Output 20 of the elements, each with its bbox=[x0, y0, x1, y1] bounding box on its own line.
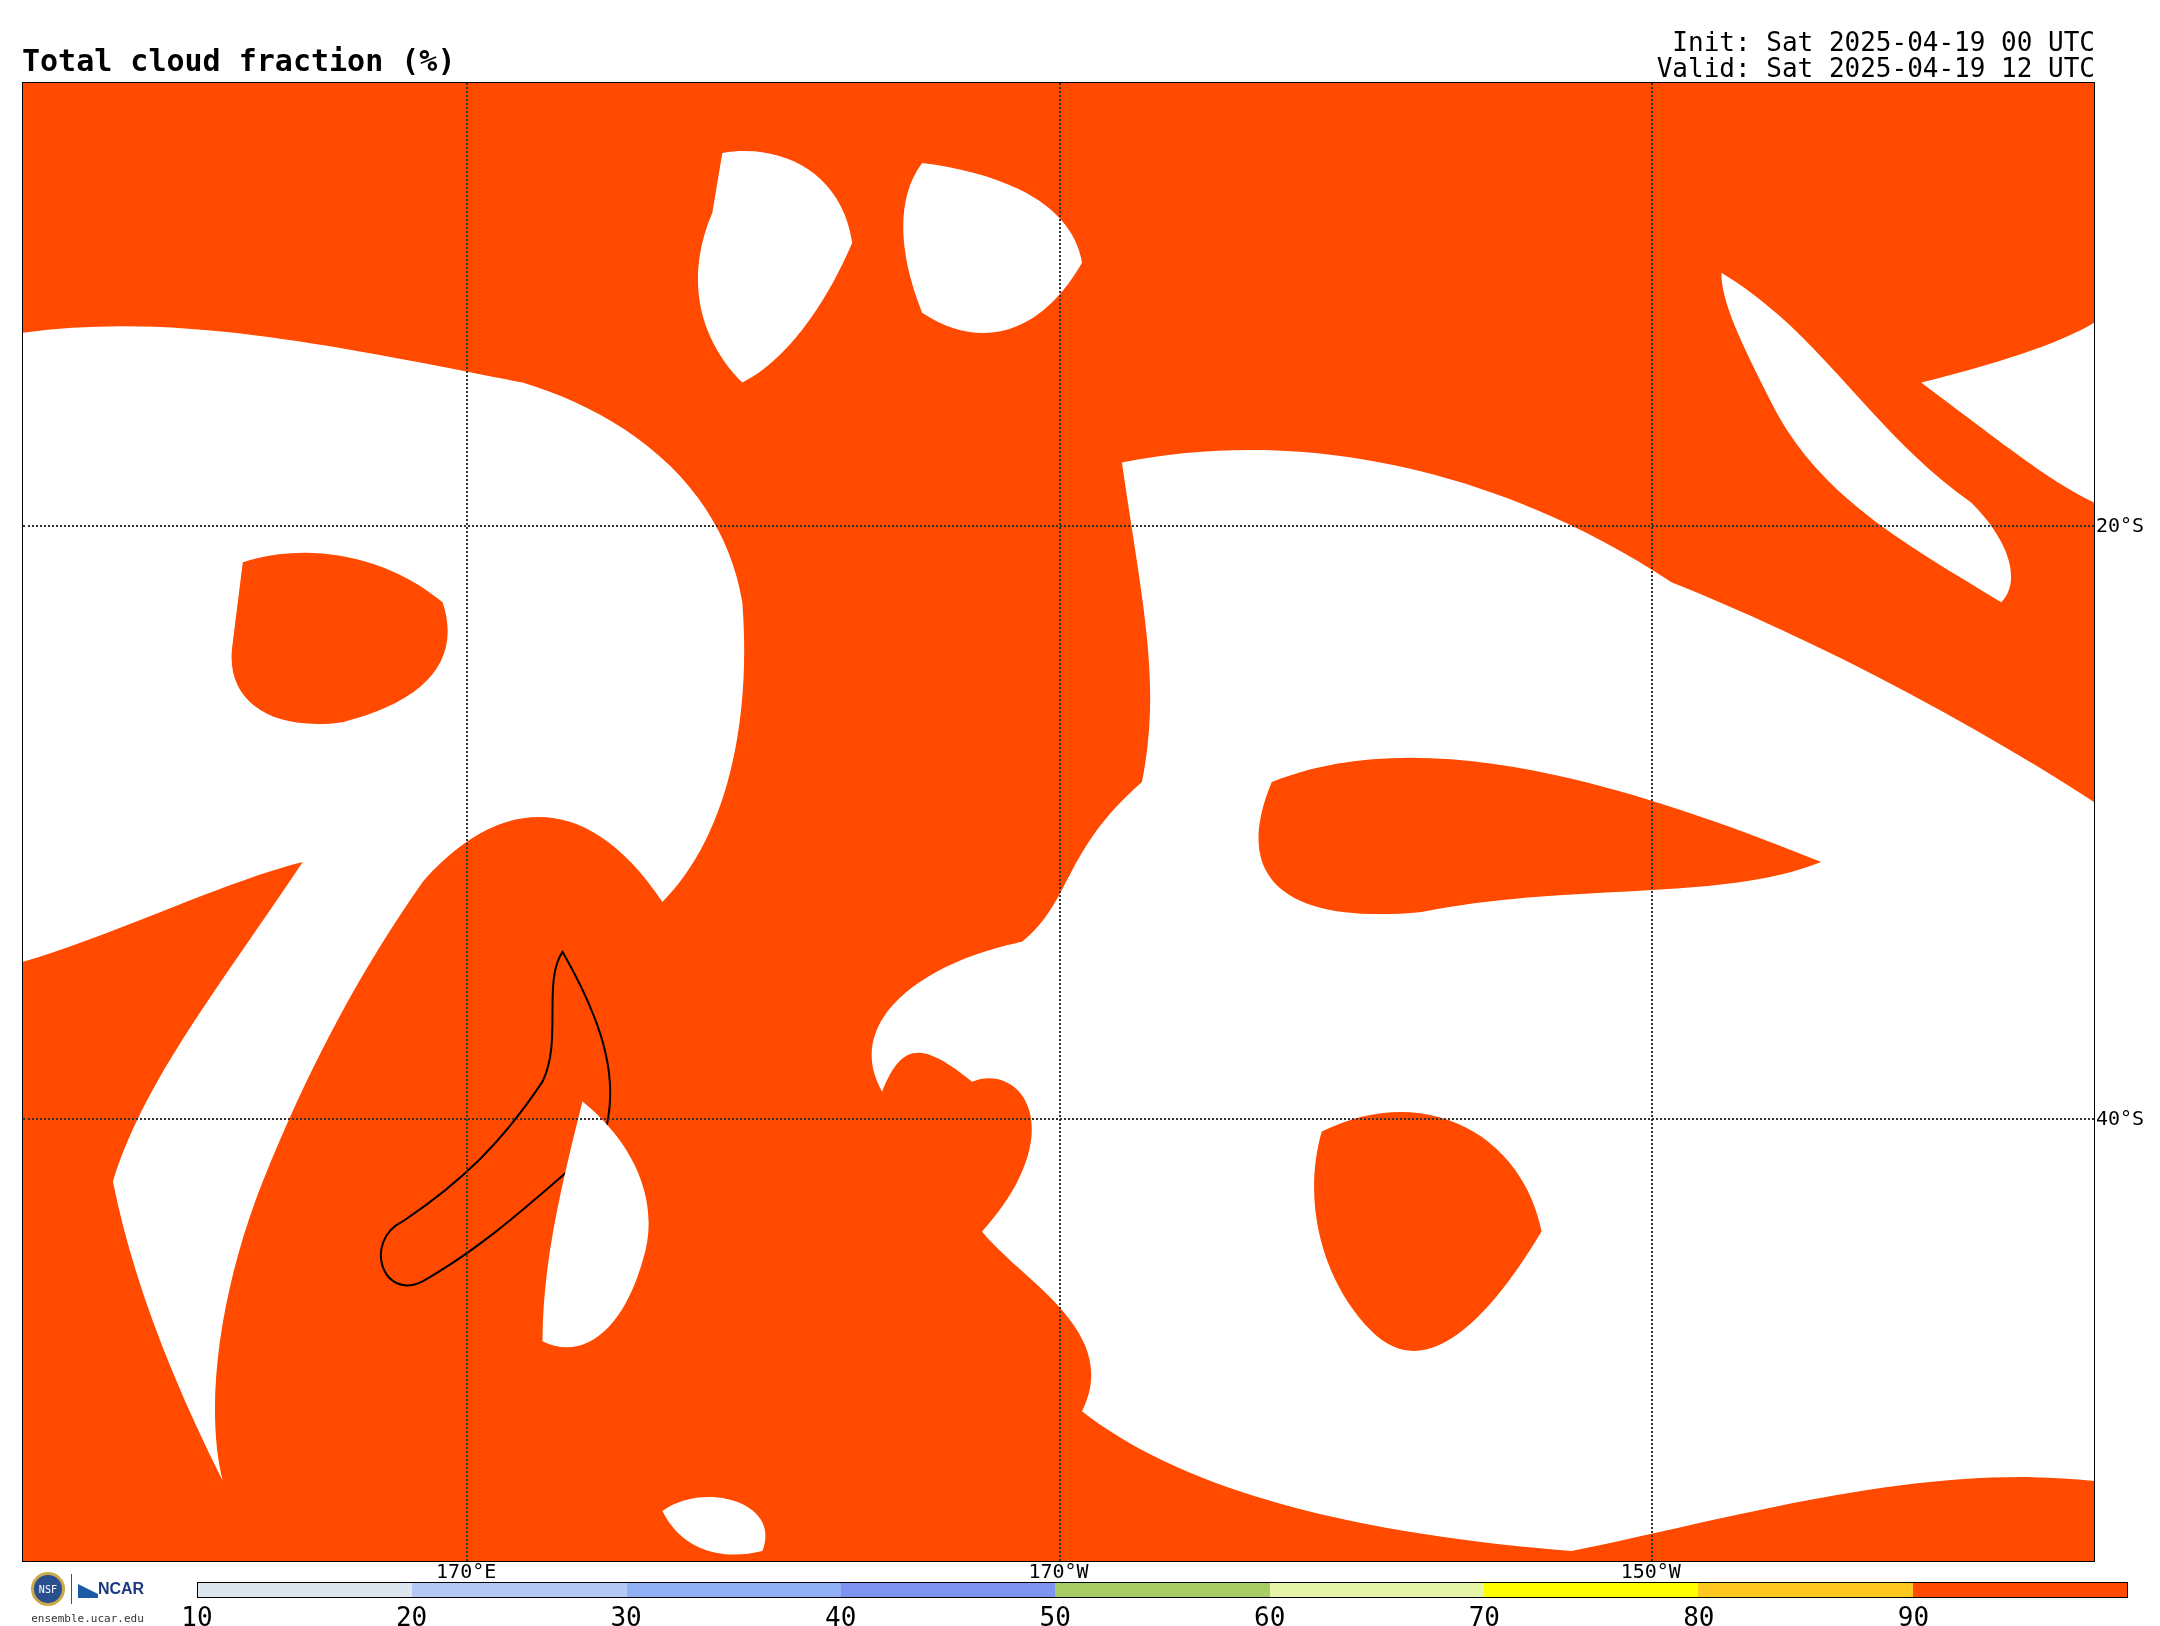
scale-tick-label: 90 bbox=[1897, 1604, 1930, 1626]
scale-tick-label: 30 bbox=[610, 1604, 642, 1626]
latitude-label: 40°S bbox=[2096, 1105, 2145, 1130]
seal-logo: NSF bbox=[30, 1572, 65, 1606]
latitude-label: 20°S bbox=[2096, 512, 2145, 537]
longitude-label: 170°E bbox=[436, 1561, 497, 1581]
plot-title: Total cloud fraction (%) bbox=[22, 46, 456, 80]
scale-tick-label: 60 bbox=[1254, 1604, 1286, 1626]
scale-tick-label: 80 bbox=[1683, 1604, 1715, 1626]
site-address: ensemble.ucar.edu bbox=[31, 1612, 144, 1625]
scale-tick-label: 10 bbox=[181, 1604, 213, 1626]
scale-tick-label: 40 bbox=[825, 1604, 857, 1626]
run-time: Init: Sat 2025-04-19 00 UTC bbox=[1672, 29, 2095, 55]
run-time: Valid: Sat 2025-04-19 12 UTC bbox=[1656, 55, 2095, 81]
scale-tick-label: 50 bbox=[1039, 1604, 1071, 1626]
longitude-label: 150°W bbox=[1620, 1561, 1681, 1581]
longitude-label: 170°W bbox=[1028, 1561, 1089, 1581]
scale-tick-label: 20 bbox=[395, 1604, 428, 1626]
scale-tick-label: 70 bbox=[1468, 1604, 1500, 1626]
ncar-logo: NCAR bbox=[77, 1580, 145, 1598]
